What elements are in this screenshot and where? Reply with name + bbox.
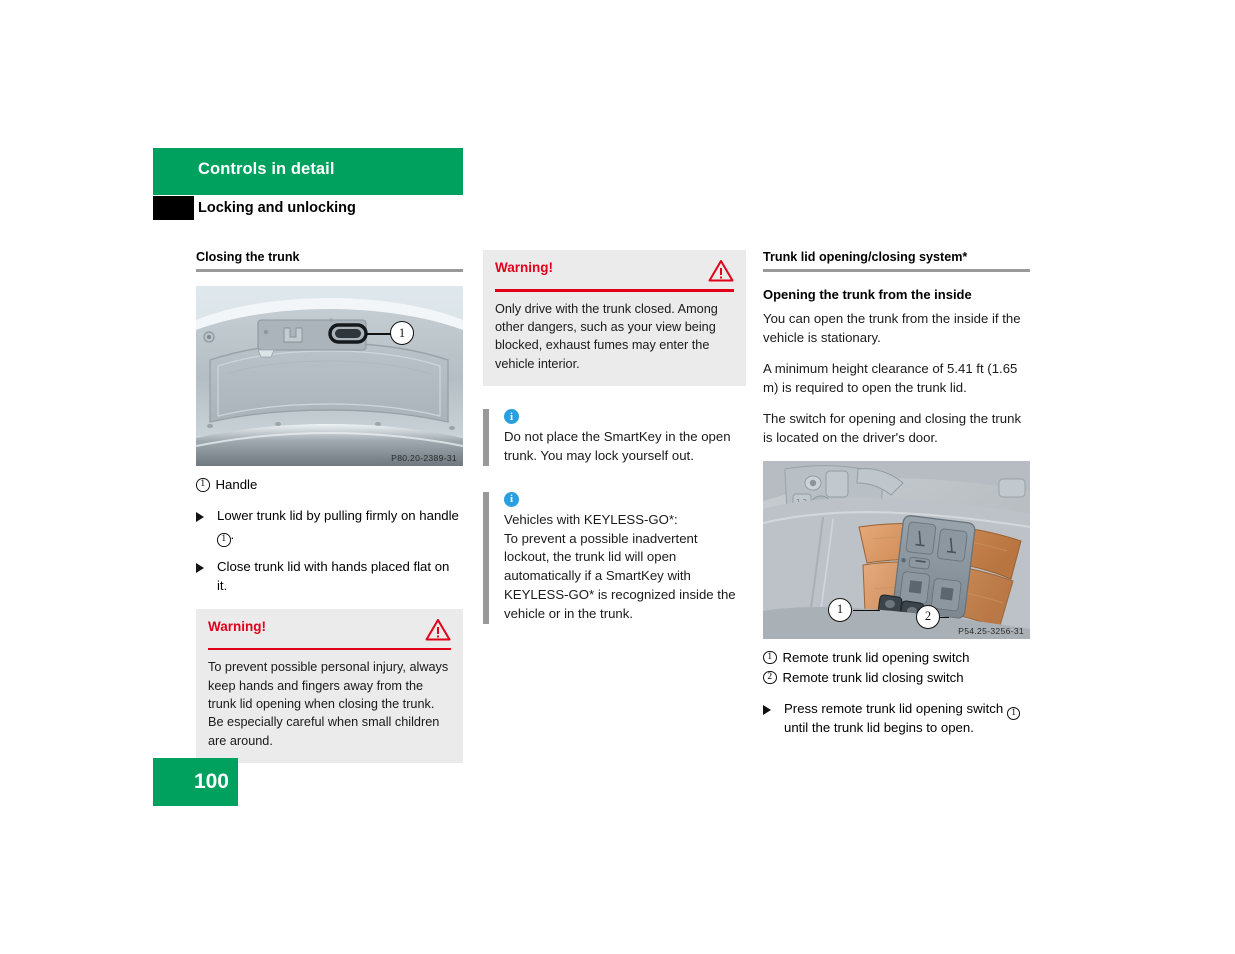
info-icon: i <box>504 409 519 425</box>
note-body: Vehicles with KEYLESS-GO*: To prevent a … <box>504 511 736 621</box>
warning-rule <box>495 289 734 292</box>
legend-number: 1 <box>196 478 210 492</box>
step-inline-number: 1 <box>1006 706 1021 721</box>
step-item: Press remote trunk lid opening switch 1 … <box>763 699 1030 738</box>
triangle-bullet-icon <box>763 704 771 715</box>
legend-label: Remote trunk lid closing switch <box>782 669 964 685</box>
right-section-heading: Trunk lid opening/closing system* <box>763 250 968 264</box>
figure-callout-2: 2 <box>916 604 940 629</box>
warning-box-middle: Warning! Only drive with the trunk close… <box>483 250 746 387</box>
chapter-header-bar: Controls in detail <box>153 148 463 195</box>
info-note-1: i Do not place the SmartKey in the open … <box>483 409 746 466</box>
step-inline-number: 1 <box>217 533 231 547</box>
info-note-2: i Vehicles with KEYLESS-GO*: To prevent … <box>483 491 746 624</box>
step-text-after: . <box>230 527 235 542</box>
right-subheading: Opening the trunk from the inside <box>763 287 972 302</box>
middle-column: Warning! Only drive with the trunk close… <box>483 250 746 624</box>
warning-triangle-icon <box>708 259 734 282</box>
warning-title: Warning! <box>208 618 266 634</box>
step-text: Close trunk lid with hands placed flat o… <box>217 558 450 593</box>
section-title: Locking and unlocking <box>198 200 356 216</box>
warning-title: Warning! <box>495 260 553 275</box>
legend-number: 2 <box>763 670 777 685</box>
warning-triangle-icon <box>425 618 451 641</box>
right-paragraph-3: The switch for opening and closing the t… <box>763 411 1022 445</box>
warning-header: Warning! <box>208 618 451 648</box>
page-number-badge: 100 <box>153 758 238 806</box>
triangle-bullet-icon <box>196 562 204 573</box>
warning-header: Warning! <box>495 259 734 289</box>
chapter-title: Controls in detail <box>198 160 335 178</box>
warning-box-left: Warning! To prevent possible personal in… <box>196 608 463 764</box>
step-text: Press remote trunk lid opening switch 1 … <box>784 699 1030 738</box>
warning-rule <box>208 647 451 651</box>
legend-item: 2 Remote trunk lid closing switch <box>763 668 1030 687</box>
legend-item: 1 Remote trunk lid opening switch <box>763 648 1030 667</box>
left-section-heading: Closing the trunk <box>196 250 300 264</box>
right-figure-legend: 1 Remote trunk lid opening switch 2 Remo… <box>763 648 1030 687</box>
left-step-list: Lower trunk lid by pulling firmly on han… <box>196 506 463 595</box>
step-item: Lower trunk lid by pulling firmly on han… <box>196 506 463 547</box>
triangle-bullet-icon <box>196 512 204 522</box>
step-text-before: Press remote trunk lid opening switch <box>784 700 1007 716</box>
legend-item: 1 Handle <box>196 475 463 494</box>
note-body: Do not place the SmartKey in the open tr… <box>504 429 731 464</box>
right-paragraph-1: You can open the trunk from the inside i… <box>763 311 1021 345</box>
step-text-after: until the trunk lid begins to open. <box>784 720 974 736</box>
figure-door-switch-panel: 1 2 P54.25-3256-31 <box>763 460 1030 639</box>
figure-trunk-lid: 1 P80.20-2389-31 <box>196 286 463 466</box>
figure-leader-line-1 <box>853 609 880 612</box>
right-section-rule <box>763 269 1030 272</box>
note-side-bar <box>483 491 489 624</box>
step-item: Close trunk lid with hands placed flat o… <box>196 557 463 595</box>
warning-body: Only drive with the trunk closed. Among … <box>495 301 718 371</box>
figure-code-right: P54.25-3256-31 <box>958 625 1024 636</box>
figure-code-left: P80.20-2389-31 <box>391 453 457 463</box>
step-text: Lower trunk lid by pulling firmly on han… <box>217 506 463 547</box>
figure-callout-1: 1 <box>828 597 852 622</box>
legend-number: 1 <box>763 650 777 665</box>
section-marker-square <box>153 196 194 220</box>
left-figure-legend: 1 Handle <box>196 475 463 494</box>
header-divider <box>153 222 463 224</box>
right-column: Trunk lid opening/closing system* Openin… <box>763 250 1030 749</box>
door-panel-illustration: 1 2 <box>763 460 1030 639</box>
left-column: Closing the trunk 1 P80.20-2389-31 1 Han… <box>196 250 463 764</box>
step-text-before: Lower trunk lid by pulling firmly on han… <box>217 508 459 523</box>
note-side-bar <box>483 409 489 466</box>
manual-page: Controls in detail Locking and unlocking… <box>0 0 1235 954</box>
left-section-rule <box>196 269 463 272</box>
info-icon: i <box>504 491 519 507</box>
figure-callout-1: 1 <box>390 321 414 345</box>
right-step-list: Press remote trunk lid opening switch 1 … <box>763 699 1030 738</box>
warning-body: To prevent possible personal injury, alw… <box>208 660 449 748</box>
legend-label: Remote trunk lid opening switch <box>782 649 970 665</box>
legend-label: Handle <box>215 477 258 492</box>
right-paragraph-2: A minimum height clearance of 5.41 ft (1… <box>763 361 1018 395</box>
trunk-lid-illustration <box>196 286 463 466</box>
